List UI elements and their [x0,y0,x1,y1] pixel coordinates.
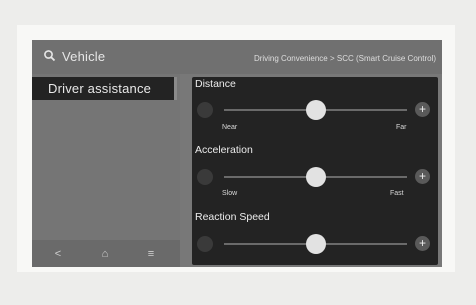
acceleration-slider-thumb[interactable] [305,167,326,187]
distance-slider-thumb[interactable] [305,100,326,120]
acceleration-max-label: Fast [390,190,404,197]
sidebar-item-label: Driver assistance [48,81,152,96]
reaction-speed-title: Reaction Speed [195,211,270,223]
chevron-left-icon[interactable]: < [51,247,65,261]
menu-icon[interactable]: ≡ [144,247,158,261]
breadcrumb: Driving Convenience > SCC (Smart Cruise … [253,54,436,63]
bottom-nav-bar: < ⌂ ≡ [32,240,180,267]
acceleration-increase-button[interactable]: + [415,169,430,184]
search-icon[interactable] [43,49,57,63]
reaction-speed-slider-thumb[interactable] [305,234,326,254]
settings-panel: Distance + Near Far Acceleration + Slow … [192,77,438,265]
active-indicator [174,77,177,100]
top-bar: Vehicle Driving Convenience > SCC (Smart… [32,40,442,74]
reaction-speed-decrease-button[interactable] [197,236,213,252]
distance-decrease-button[interactable] [197,102,213,118]
acceleration-title: Acceleration [195,144,253,156]
acceleration-min-label: Slow [222,190,238,197]
distance-title: Distance [195,78,236,90]
app-title: Vehicle [62,49,106,64]
distance-increase-button[interactable]: + [415,102,430,117]
distance-max-label: Far [396,124,407,131]
home-icon[interactable]: ⌂ [98,247,112,261]
sidebar-item-driver-assistance[interactable]: Driver assistance [32,77,177,100]
infotainment-screen: Vehicle Driving Convenience > SCC (Smart… [32,40,442,267]
reaction-speed-increase-button[interactable]: + [415,236,430,251]
acceleration-decrease-button[interactable] [197,169,213,185]
distance-min-label: Near [222,124,238,131]
